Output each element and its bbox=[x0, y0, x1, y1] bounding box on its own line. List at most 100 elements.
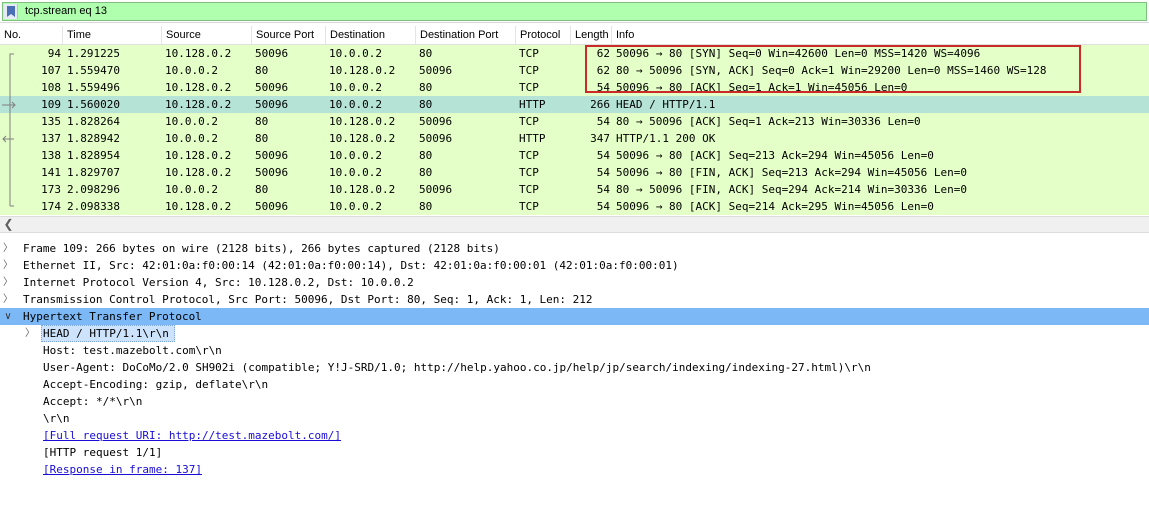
detail-http-request-line[interactable]: 〉 HEAD / HTTP/1.1\r\n bbox=[0, 325, 1149, 342]
packet-info: HTTP/1.1 200 OK bbox=[616, 132, 716, 145]
packet-row[interactable]: 135 1.828264 10.0.0.2 80 10.128.0.2 5009… bbox=[0, 113, 1149, 130]
packet-destination: 10.128.0.2 bbox=[329, 115, 396, 128]
packet-time: 1.828954 bbox=[67, 149, 120, 162]
packet-protocol: TCP bbox=[519, 47, 539, 60]
chevron-right-icon[interactable]: 〉 bbox=[2, 257, 14, 274]
handshake-annotation-box bbox=[585, 45, 1081, 93]
column-header-protocol[interactable]: Protocol bbox=[516, 26, 571, 45]
packet-time: 1.291225 bbox=[67, 47, 120, 60]
packet-row[interactable]: 174 2.098338 10.128.0.2 50096 10.0.0.2 8… bbox=[0, 198, 1149, 215]
packet-destination: 10.0.0.2 bbox=[329, 98, 382, 111]
detail-http-accept[interactable]: Accept: */*\r\n bbox=[0, 393, 1149, 410]
column-header-no[interactable]: No. bbox=[0, 26, 63, 45]
packet-list-header: No. Time Source Source Port Destination … bbox=[0, 26, 1149, 45]
detail-http-accept-encoding[interactable]: Accept-Encoding: gzip, deflate\r\n bbox=[0, 376, 1149, 393]
packet-protocol: TCP bbox=[519, 200, 539, 213]
detail-frame[interactable]: 〉 Frame 109: 266 bytes on wire (2128 bit… bbox=[0, 240, 1149, 257]
packet-row[interactable]: 141 1.829707 10.128.0.2 50096 10.0.0.2 8… bbox=[0, 164, 1149, 181]
packet-info: 80 → 50096 [ACK] Seq=1 Ack=213 Win=30336… bbox=[616, 115, 921, 128]
packet-destination-port: 80 bbox=[419, 166, 433, 179]
column-header-source-port[interactable]: Source Port bbox=[252, 26, 326, 45]
packet-destination: 10.0.0.2 bbox=[329, 200, 382, 213]
detail-ethernet[interactable]: 〉 Ethernet II, Src: 42:01:0a:f0:00:14 (4… bbox=[0, 257, 1149, 274]
packet-time: 1.829707 bbox=[67, 166, 120, 179]
packet-time: 1.828264 bbox=[67, 115, 120, 128]
packet-length: 54 bbox=[596, 115, 610, 128]
packet-source: 10.0.0.2 bbox=[165, 64, 218, 77]
packet-length: 347 bbox=[590, 132, 610, 145]
column-header-time[interactable]: Time bbox=[63, 26, 162, 45]
packet-row[interactable]: 138 1.828954 10.128.0.2 50096 10.0.0.2 8… bbox=[0, 147, 1149, 164]
packet-source: 10.128.0.2 bbox=[165, 98, 232, 111]
detail-http-full-uri[interactable]: [Full request URI: http://test.mazebolt.… bbox=[0, 427, 1149, 444]
packet-destination: 10.0.0.2 bbox=[329, 81, 382, 94]
packet-source: 10.128.0.2 bbox=[165, 200, 232, 213]
packet-length: 54 bbox=[596, 166, 610, 179]
packet-destination-port: 50096 bbox=[419, 115, 453, 128]
display-filter-input[interactable]: tcp.stream eq 13 bbox=[2, 2, 1147, 21]
packet-protocol: TCP bbox=[519, 81, 539, 94]
packet-source-port: 50096 bbox=[255, 149, 289, 162]
column-header-destination-port[interactable]: Destination Port bbox=[416, 26, 516, 45]
packet-list-horizontal-scrollbar[interactable]: ❮ bbox=[0, 216, 1149, 233]
packet-length: 266 bbox=[590, 98, 610, 111]
packet-time: 1.559470 bbox=[67, 64, 120, 77]
packet-destination-port: 80 bbox=[419, 47, 433, 60]
arrow-left-icon[interactable]: ❮ bbox=[0, 217, 17, 232]
packet-source-port: 80 bbox=[255, 115, 269, 128]
packet-source: 10.128.0.2 bbox=[165, 166, 232, 179]
packet-info: 50096 → 80 [FIN, ACK] Seq=213 Ack=294 Wi… bbox=[616, 166, 967, 179]
packet-source-port: 50096 bbox=[255, 200, 289, 213]
detail-tcp[interactable]: 〉 Transmission Control Protocol, Src Por… bbox=[0, 291, 1149, 308]
column-header-length[interactable]: Length bbox=[571, 26, 612, 45]
detail-http-crlf[interactable]: \r\n bbox=[0, 410, 1149, 427]
packet-source-port: 50096 bbox=[255, 166, 289, 179]
detail-ip[interactable]: 〉 Internet Protocol Version 4, Src: 10.1… bbox=[0, 274, 1149, 291]
packet-source-port: 80 bbox=[255, 183, 269, 196]
packet-protocol: TCP bbox=[519, 115, 539, 128]
packet-row[interactable]: 173 2.098296 10.0.0.2 80 10.128.0.2 5009… bbox=[0, 181, 1149, 198]
packet-protocol: TCP bbox=[519, 183, 539, 196]
packet-destination-port: 80 bbox=[419, 149, 433, 162]
packet-destination-port: 50096 bbox=[419, 183, 453, 196]
response-in-frame-link[interactable]: [Response in frame: 137] bbox=[43, 461, 202, 478]
packet-protocol: HTTP bbox=[519, 98, 546, 111]
packet-source: 10.128.0.2 bbox=[165, 47, 232, 60]
display-filter-bar: tcp.stream eq 13 bbox=[0, 0, 1149, 23]
detail-http-response-in[interactable]: [Response in frame: 137] bbox=[0, 461, 1149, 478]
detail-http-request-num[interactable]: [HTTP request 1/1] bbox=[0, 444, 1149, 461]
chevron-right-icon[interactable]: 〉 bbox=[2, 274, 14, 291]
packet-protocol: TCP bbox=[519, 64, 539, 77]
packet-length: 54 bbox=[596, 183, 610, 196]
column-header-source[interactable]: Source bbox=[162, 26, 252, 45]
packet-destination-port: 50096 bbox=[419, 132, 453, 145]
packet-destination-port: 80 bbox=[419, 200, 433, 213]
bookmark-icon[interactable] bbox=[4, 4, 18, 19]
full-request-uri-link[interactable]: [Full request URI: http://test.mazebolt.… bbox=[43, 427, 341, 444]
packet-destination: 10.128.0.2 bbox=[329, 64, 396, 77]
display-filter-value: tcp.stream eq 13 bbox=[25, 5, 107, 17]
detail-http-user-agent[interactable]: User-Agent: DoCoMo/2.0 SH902i (compatibl… bbox=[0, 359, 1149, 376]
packet-destination-port: 80 bbox=[419, 81, 433, 94]
packet-info: HEAD / HTTP/1.1 bbox=[616, 98, 716, 111]
detail-http-host[interactable]: Host: test.mazebolt.com\r\n bbox=[0, 342, 1149, 359]
packet-destination-port: 50096 bbox=[419, 64, 453, 77]
chevron-right-icon[interactable]: 〉 bbox=[24, 325, 36, 342]
detail-http[interactable]: ∨ Hypertext Transfer Protocol bbox=[0, 308, 1149, 325]
packet-destination: 10.0.0.2 bbox=[329, 149, 382, 162]
column-header-destination[interactable]: Destination bbox=[326, 26, 416, 45]
packet-source: 10.0.0.2 bbox=[165, 183, 218, 196]
chevron-right-icon[interactable]: 〉 bbox=[2, 291, 14, 308]
packet-source: 10.128.0.2 bbox=[165, 81, 232, 94]
packet-row-selected[interactable]: 109 1.560020 10.128.0.2 50096 10.0.0.2 8… bbox=[0, 96, 1149, 113]
packet-source-port: 80 bbox=[255, 64, 269, 77]
packet-time: 1.828942 bbox=[67, 132, 120, 145]
packet-row[interactable]: 137 1.828942 10.0.0.2 80 10.128.0.2 5009… bbox=[0, 130, 1149, 147]
column-header-info[interactable]: Info bbox=[612, 26, 1149, 45]
packet-destination: 10.0.0.2 bbox=[329, 166, 382, 179]
packet-destination: 10.128.0.2 bbox=[329, 183, 396, 196]
chevron-down-icon[interactable]: ∨ bbox=[2, 308, 14, 325]
conversation-bracket-icon bbox=[2, 53, 16, 207]
packet-source-port: 50096 bbox=[255, 47, 289, 60]
chevron-right-icon[interactable]: 〉 bbox=[2, 240, 14, 257]
